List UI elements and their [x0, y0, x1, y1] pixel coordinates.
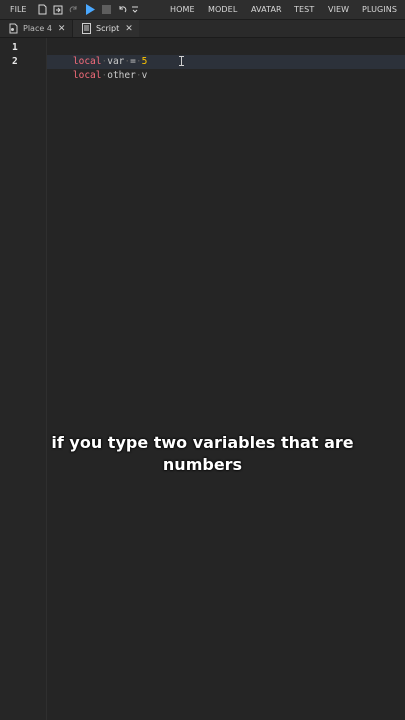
document-tabs: Place 4 ✕ Script ✕ [0, 20, 405, 38]
redo-icon[interactable] [66, 0, 82, 19]
close-icon[interactable]: ✕ [58, 24, 66, 34]
script-editor[interactable]: 1 2 local·var·=·5 local·other·v [0, 38, 405, 720]
caption-line: if you type two variables that are [51, 433, 354, 452]
identifier-token: v [141, 70, 148, 81]
place-file-icon [9, 23, 19, 35]
line-number-gutter: 1 2 [0, 38, 47, 720]
tab-script-label: Script [96, 24, 120, 33]
video-caption: if you type two variables that are numbe… [0, 432, 405, 476]
menu-tab-plugins[interactable]: PLUGINS [362, 0, 397, 19]
keyword-token: local [72, 70, 102, 81]
menu-bar: FILE HOME MODEL AVATAR TEST VIEW PLUGINS [0, 0, 405, 20]
script-file-icon [82, 23, 92, 35]
stop-icon[interactable] [98, 0, 114, 19]
chevron-down-icon[interactable] [130, 0, 140, 19]
identifier-token: other [107, 70, 136, 81]
menu-tab-test[interactable]: TEST [294, 0, 314, 19]
line-number: 2 [12, 56, 18, 67]
menu-tab-home[interactable]: HOME [170, 0, 195, 19]
close-icon[interactable]: ✕ [125, 24, 133, 34]
new-file-icon[interactable] [34, 0, 50, 19]
text-cursor-icon [179, 56, 184, 66]
caption-line: numbers [162, 455, 243, 474]
quick-toolbar [34, 0, 140, 19]
tab-place-label: Place 4 [23, 24, 52, 33]
menu-tab-view[interactable]: VIEW [328, 0, 349, 19]
code-line[interactable]: local·other·v [50, 55, 147, 81]
menu-tab-model[interactable]: MODEL [208, 0, 237, 19]
play-icon[interactable] [82, 0, 98, 19]
tab-script[interactable]: Script ✕ [73, 20, 139, 37]
line-number: 1 [12, 42, 18, 53]
file-menu[interactable]: FILE [0, 0, 26, 19]
tab-place[interactable]: Place 4 ✕ [0, 20, 73, 37]
file-menu-label: FILE [10, 5, 27, 14]
code-line[interactable]: local·var·=·5 [50, 41, 147, 67]
open-icon[interactable] [50, 0, 66, 19]
menu-tab-avatar[interactable]: AVATAR [251, 0, 282, 19]
undo-icon[interactable] [114, 0, 130, 19]
